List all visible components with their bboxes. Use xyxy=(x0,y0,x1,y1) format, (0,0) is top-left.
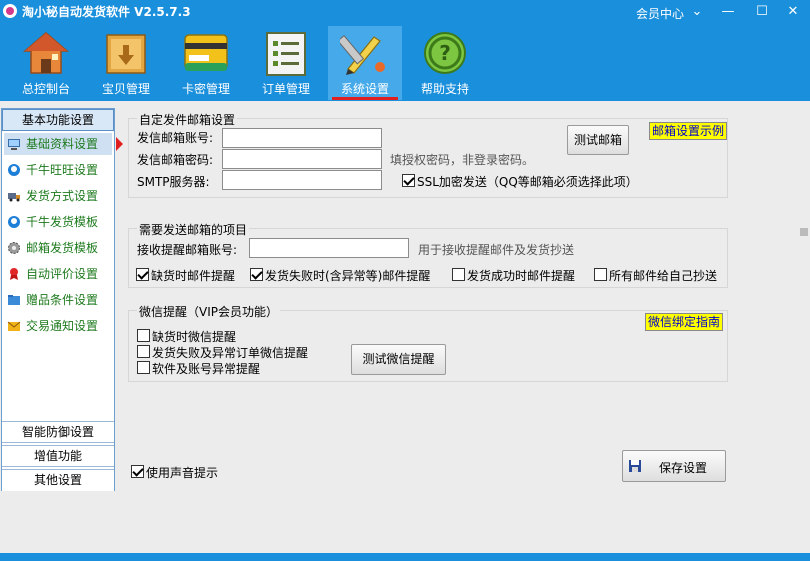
ssl-checkbox[interactable] xyxy=(402,174,415,187)
sidebar-item-mail-template[interactable]: 邮箱发货模板 xyxy=(4,237,112,259)
sound-prompt-label: 使用声音提示 xyxy=(146,466,219,480)
nav-label-cards: 卡密管理 xyxy=(181,82,230,96)
test-wechat-button[interactable]: 测试微信提醒 xyxy=(351,344,446,375)
sidebar-item-label: 赠品条件设置 xyxy=(26,293,99,307)
sidebar-section-value-added[interactable]: 增值功能 xyxy=(2,445,114,467)
mail-option-delivery-failed-label: 发货失败时(含异常等)邮件提醒 xyxy=(265,269,431,283)
floppy-disk-icon xyxy=(629,460,641,472)
mail-icon xyxy=(7,321,21,331)
nav-label-orders: 订单管理 xyxy=(261,82,310,96)
nav-tab-orders[interactable]: 订单管理 xyxy=(249,26,323,100)
gear-icon xyxy=(8,242,20,254)
receive-mailbox-label: 接收提醒邮箱账号: xyxy=(137,243,238,257)
sender-password-input[interactable] xyxy=(222,149,382,169)
nav-label-console: 总控制台 xyxy=(21,82,70,96)
wechat-group-title: 微信提醒（VIP会员功能） xyxy=(137,303,280,320)
sidebar-item-auto-review[interactable]: 自动评价设置 xyxy=(4,263,112,285)
nav-label-help: 帮助支持 xyxy=(420,82,469,96)
mail-notify-group-title: 需要发送邮箱的项目 xyxy=(137,221,250,238)
sidebar-item-basic-info[interactable]: 基础资料设置 xyxy=(4,133,112,155)
smtp-label: SMTP服务器: xyxy=(137,175,210,189)
mail-option-cc-self-checkbox[interactable] xyxy=(594,268,607,281)
mail-option-cc-self-label: 所有邮件给自己抄送 xyxy=(609,269,718,283)
bottom-status-strip xyxy=(0,553,810,561)
nav-label-settings: 系统设置 xyxy=(340,82,389,96)
receive-mailbox-hint: 用于接收提醒邮件及发货抄送 xyxy=(418,243,575,257)
ssl-label: SSL加密发送（QQ等邮箱必须选择此项） xyxy=(417,175,638,189)
qianniu-icon xyxy=(8,164,20,176)
sidebar-item-delivery-method[interactable]: 发货方式设置 xyxy=(4,185,112,207)
receive-mailbox-input[interactable] xyxy=(249,238,409,258)
svg-text:?: ? xyxy=(439,41,451,65)
wechat-option-delivery-failed-checkbox[interactable] xyxy=(137,345,150,358)
sidebar-section-other[interactable]: 其他设置 xyxy=(2,469,114,491)
wechat-option-delivery-failed-label: 发货失败及异常订单微信提醒 xyxy=(152,346,309,360)
truck-icon xyxy=(8,193,20,202)
sidebar-section-defense[interactable]: 智能防御设置 xyxy=(2,421,114,443)
sidebar-item-gift-conditions[interactable]: 赠品条件设置 xyxy=(4,289,112,311)
nav-tab-console[interactable]: 总控制台 xyxy=(9,26,83,100)
sender-account-input[interactable] xyxy=(222,128,382,148)
wechat-option-software-error-label: 软件及账号异常提醒 xyxy=(152,362,261,376)
nav-tab-settings[interactable]: 系统设置 xyxy=(328,26,402,100)
list-icon xyxy=(266,32,306,76)
scroll-marker xyxy=(800,228,808,236)
smtp-input[interactable] xyxy=(222,170,382,190)
wechat-option-software-error-checkbox[interactable] xyxy=(137,361,150,374)
folder-icon xyxy=(8,295,20,305)
test-mailbox-button[interactable]: 测试邮箱 xyxy=(567,125,629,155)
save-settings-label: 保存设置 xyxy=(659,461,708,475)
mailbox-example-link[interactable]: 邮箱设置示例 xyxy=(649,122,728,140)
sound-prompt-checkbox[interactable] xyxy=(131,465,144,478)
sidebar-item-trade-notify[interactable]: 交易通知设置 xyxy=(4,315,112,337)
help-icon: ? xyxy=(424,32,466,74)
tools-icon xyxy=(340,34,385,75)
wechat-bind-guide-link[interactable]: 微信绑定指南 xyxy=(645,313,724,331)
mail-option-out-of-stock-label: 缺货时邮件提醒 xyxy=(151,269,236,283)
mail-option-delivery-success-label: 发货成功时邮件提醒 xyxy=(467,269,576,283)
minimize-button[interactable]: — xyxy=(713,2,743,22)
save-settings-button[interactable]: 保存设置 xyxy=(622,450,726,482)
mail-option-delivery-failed-checkbox[interactable] xyxy=(250,268,263,281)
mail-option-out-of-stock-checkbox[interactable] xyxy=(136,268,149,281)
sidebar-item-label: 交易通知设置 xyxy=(26,319,99,333)
wechat-option-out-of-stock-label: 缺货时微信提醒 xyxy=(152,330,237,344)
computer-icon xyxy=(8,139,20,150)
dropdown-icon[interactable]: ⌄ xyxy=(682,2,712,22)
award-icon xyxy=(10,268,18,280)
close-button[interactable]: ✕ xyxy=(778,2,808,22)
nav-tab-help[interactable]: ? 帮助支持 xyxy=(408,26,482,100)
sidebar-item-label: 发货方式设置 xyxy=(26,189,99,203)
nav-tab-cards[interactable]: 卡密管理 xyxy=(169,26,243,100)
app-logo-icon xyxy=(3,4,17,18)
selected-arrow-icon xyxy=(116,137,123,151)
sidebar-section-basic[interactable]: 基本功能设置 xyxy=(2,109,114,131)
sidebar-item-label: 千牛发货模板 xyxy=(26,215,99,229)
sender-account-label: 发信邮箱账号: xyxy=(137,131,214,145)
qianniu-icon xyxy=(8,216,20,228)
nav-tab-items[interactable]: 宝贝管理 xyxy=(89,26,163,100)
house-icon xyxy=(22,32,70,74)
password-hint: 填授权密码，非登录密码。 xyxy=(390,153,535,167)
sidebar-item-label: 基础资料设置 xyxy=(26,137,99,151)
sidebar-item-qianniu-wangwang[interactable]: 千牛旺旺设置 xyxy=(4,159,112,181)
mail-option-delivery-success-checkbox[interactable] xyxy=(452,268,465,281)
card-icon xyxy=(184,34,228,71)
box-icon xyxy=(106,34,146,74)
sender-password-label: 发信邮箱密码: xyxy=(137,153,214,167)
maximize-button[interactable]: ☐ xyxy=(747,2,777,22)
nav-label-items: 宝贝管理 xyxy=(101,82,150,96)
sidebar-item-qianniu-template[interactable]: 千牛发货模板 xyxy=(4,211,112,233)
member-center-link[interactable]: 会员中心 xyxy=(636,5,684,22)
sender-group-title: 自定发件邮箱设置 xyxy=(137,111,238,128)
window-title: 淘小秘自动发货软件 V2.5.7.3 xyxy=(22,5,191,19)
wechat-option-out-of-stock-checkbox[interactable] xyxy=(137,329,150,342)
sidebar-item-label: 自动评价设置 xyxy=(26,267,99,281)
settings-sidebar: 基本功能设置 基础资料设置 千牛旺旺设置 发货方式设置 千牛发货模板 邮箱发货模… xyxy=(1,108,115,491)
sidebar-item-label: 邮箱发货模板 xyxy=(26,241,99,255)
sidebar-item-label: 千牛旺旺设置 xyxy=(26,163,99,177)
title-toolbar-band: 淘小秘自动发货软件 V2.5.7.3 会员中心 ⌄ — ☐ ✕ 总控制台 宝贝管… xyxy=(0,0,810,101)
